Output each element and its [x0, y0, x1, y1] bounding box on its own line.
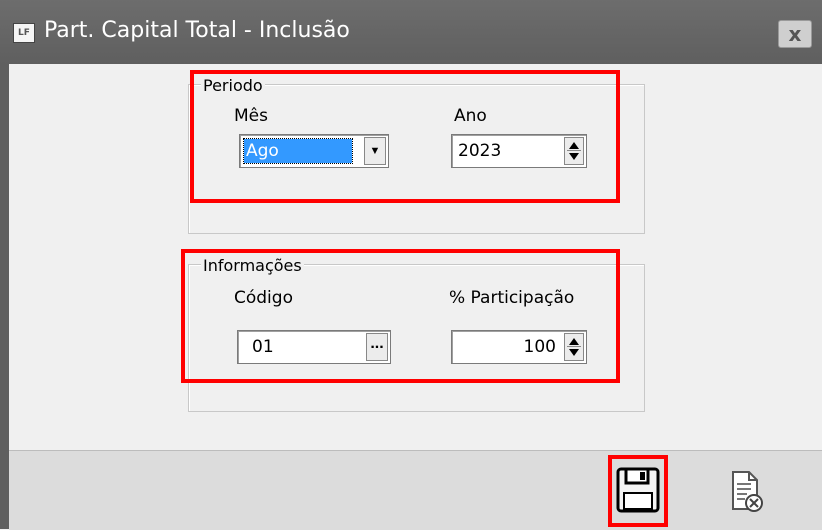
cancel-document-icon [732, 471, 763, 512]
cancel-button[interactable] [727, 469, 767, 515]
app-icon: LF [13, 23, 35, 43]
highlight-periodo [190, 70, 620, 203]
title-bar: LF Part. Capital Total - Inclusão x [0, 0, 822, 64]
window-left-border [0, 64, 9, 529]
window-title: Part. Capital Total - Inclusão [44, 18, 350, 43]
bottom-toolbar [9, 450, 822, 530]
dialog-window: LF Part. Capital Total - Inclusão x Peri… [0, 0, 822, 530]
highlight-save [608, 455, 668, 527]
close-button[interactable]: x [778, 20, 812, 48]
dialog-body: Periodo Mês Ago ▼ Ano 2023 Informações C… [9, 64, 822, 450]
highlight-informacoes [181, 249, 620, 383]
close-icon: x [788, 22, 802, 46]
